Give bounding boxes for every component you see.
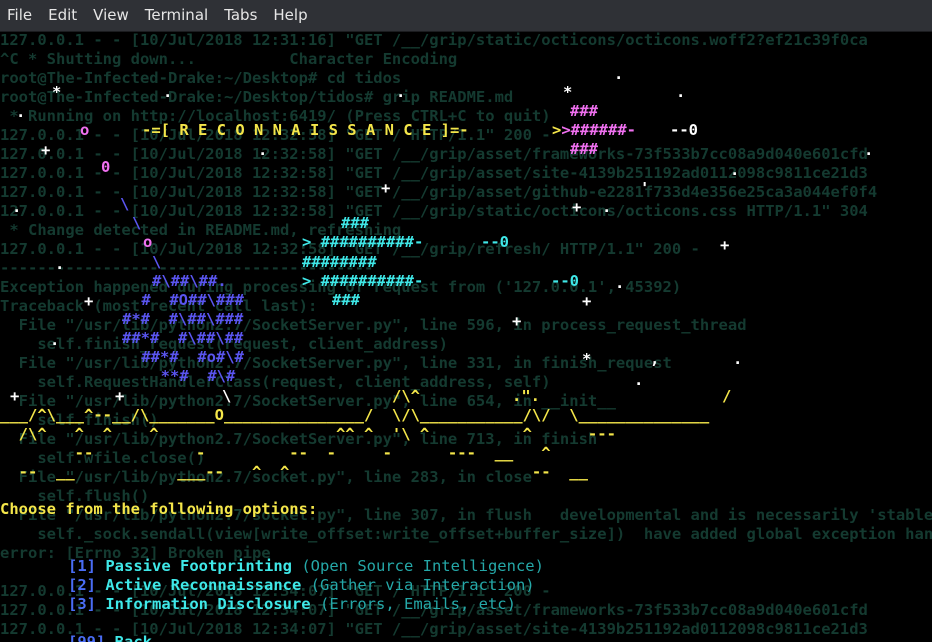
moon-line: ##*# #\##\##	[122, 329, 244, 347]
star: +	[84, 292, 94, 310]
star: .	[730, 161, 740, 179]
star: +	[512, 312, 522, 330]
menu-edit[interactable]: Edit	[40, 0, 85, 31]
ship-top-lower: ###	[570, 140, 598, 158]
star: +	[572, 198, 582, 216]
ship-mid-bottom: ###	[332, 291, 360, 309]
ship-mid-1: > ##########-	[302, 233, 424, 251]
star: .	[676, 83, 686, 101]
star: +	[720, 236, 730, 254]
star: .	[634, 371, 644, 389]
star: .	[614, 65, 624, 83]
option-description: (Errors, Emails, etc)	[320, 595, 516, 613]
comet-tail: \	[120, 195, 130, 213]
menu-tabs[interactable]: Tabs	[216, 0, 265, 31]
peak-marker: /	[722, 387, 732, 405]
star: +	[381, 179, 391, 197]
ship-top-body: >######-	[561, 121, 636, 139]
star: .	[733, 350, 743, 368]
star: .	[16, 103, 26, 121]
mountain-line: ___/^\___^--__/\_______O_______________/…	[0, 406, 710, 424]
option-number: [3]	[68, 595, 96, 613]
peak-marker: .".	[512, 387, 540, 405]
star: ,	[650, 350, 660, 368]
moon-line: #\##\##.	[152, 272, 227, 290]
log-line: 127.0.0.1 - - [10/Jul/2018 12:32:58] "GE…	[0, 202, 868, 220]
star: *	[563, 83, 573, 101]
moon-line: # #O##\###	[132, 291, 244, 309]
ship-top-tail: --0	[670, 121, 698, 139]
star: .	[258, 141, 268, 159]
star: .	[55, 255, 65, 273]
comet-tail: \	[132, 214, 142, 232]
menu-view[interactable]: View	[85, 0, 137, 31]
comet-tail: \	[152, 253, 162, 271]
mountain-line: -- __ ___-- ^ ^ -- __	[0, 463, 588, 481]
star: .	[50, 331, 60, 349]
peak-marker: \	[222, 387, 232, 405]
star: .	[163, 83, 173, 101]
comet-head: o	[143, 233, 153, 251]
menu-help[interactable]: Help	[265, 0, 315, 31]
star: .	[602, 198, 612, 216]
star: .	[864, 141, 874, 159]
option-number: [99]	[68, 633, 106, 642]
ship-mid-top: ###	[341, 214, 369, 232]
star: .	[12, 198, 22, 216]
menu-file[interactable]: File	[0, 0, 40, 31]
star: .	[396, 83, 406, 101]
ship-top-upper: ###	[570, 102, 598, 120]
ship-top: >>######-	[552, 121, 636, 139]
star: *	[52, 83, 62, 101]
log-line: 127.0.0.1 - - [10/Jul/2018 12:32:58] "GE…	[0, 183, 878, 201]
peak-marker: /\^	[392, 387, 420, 405]
star: +	[41, 141, 51, 159]
option-label: Information Disclosure	[105, 595, 311, 613]
log-line: ^C * Shutting down... Character Encoding	[0, 50, 458, 68]
log-line: File "/usr/lib/python2.7/SocketServer.py…	[0, 316, 747, 334]
ship-mid-2-tail: --0	[551, 272, 579, 290]
log-line: File "/usr/lib/python2.7/SocketServer.py…	[0, 354, 672, 372]
terminal-output[interactable]: 127.0.0.1 - - [10/Jul/2018 12:31:16] "GE…	[0, 31, 932, 642]
ship-mid-2: > ##########-	[302, 272, 424, 290]
star: *	[582, 350, 592, 368]
moon-line: ##*# #o#\#	[132, 348, 244, 366]
ship-mid-block: ########	[302, 253, 377, 271]
moon-line: **# #\#	[142, 367, 236, 385]
menu-terminal[interactable]: Terminal	[137, 0, 216, 31]
small-planet: 0	[101, 158, 111, 176]
log-line: root@The-Infected-Drake:~/Desktop/tidos#…	[0, 88, 514, 106]
option-label: Back	[114, 633, 152, 642]
mountain-line: -- - -- - - --- __ ^	[0, 444, 551, 462]
mountain-line: /\^ ^ ^ ^ ^^ ^ '\ ^ ^ ---	[0, 425, 616, 443]
star: +	[582, 292, 592, 310]
star: +	[115, 387, 125, 405]
menu-bar: File Edit View Terminal Tabs Help	[0, 0, 932, 32]
options-heading: Choose from the following options:	[0, 500, 318, 518]
log-line: 127.0.0.1 - - [10/Jul/2018 12:31:16] "GE…	[0, 31, 868, 49]
ship-mid-1-tail: --0	[481, 233, 509, 251]
star: '	[640, 179, 650, 197]
moon-line: #*# #\##\###	[122, 310, 244, 328]
star: +	[10, 387, 20, 405]
option-back[interactable]: [99] Back	[12, 614, 152, 642]
planet-o: o	[80, 121, 90, 139]
banner-title: -=[ R E C O N N A I S S A N C E ]=-	[142, 121, 469, 139]
log-line: self.RequestHandlerClass(request, client…	[0, 373, 551, 391]
star: .	[615, 274, 625, 292]
